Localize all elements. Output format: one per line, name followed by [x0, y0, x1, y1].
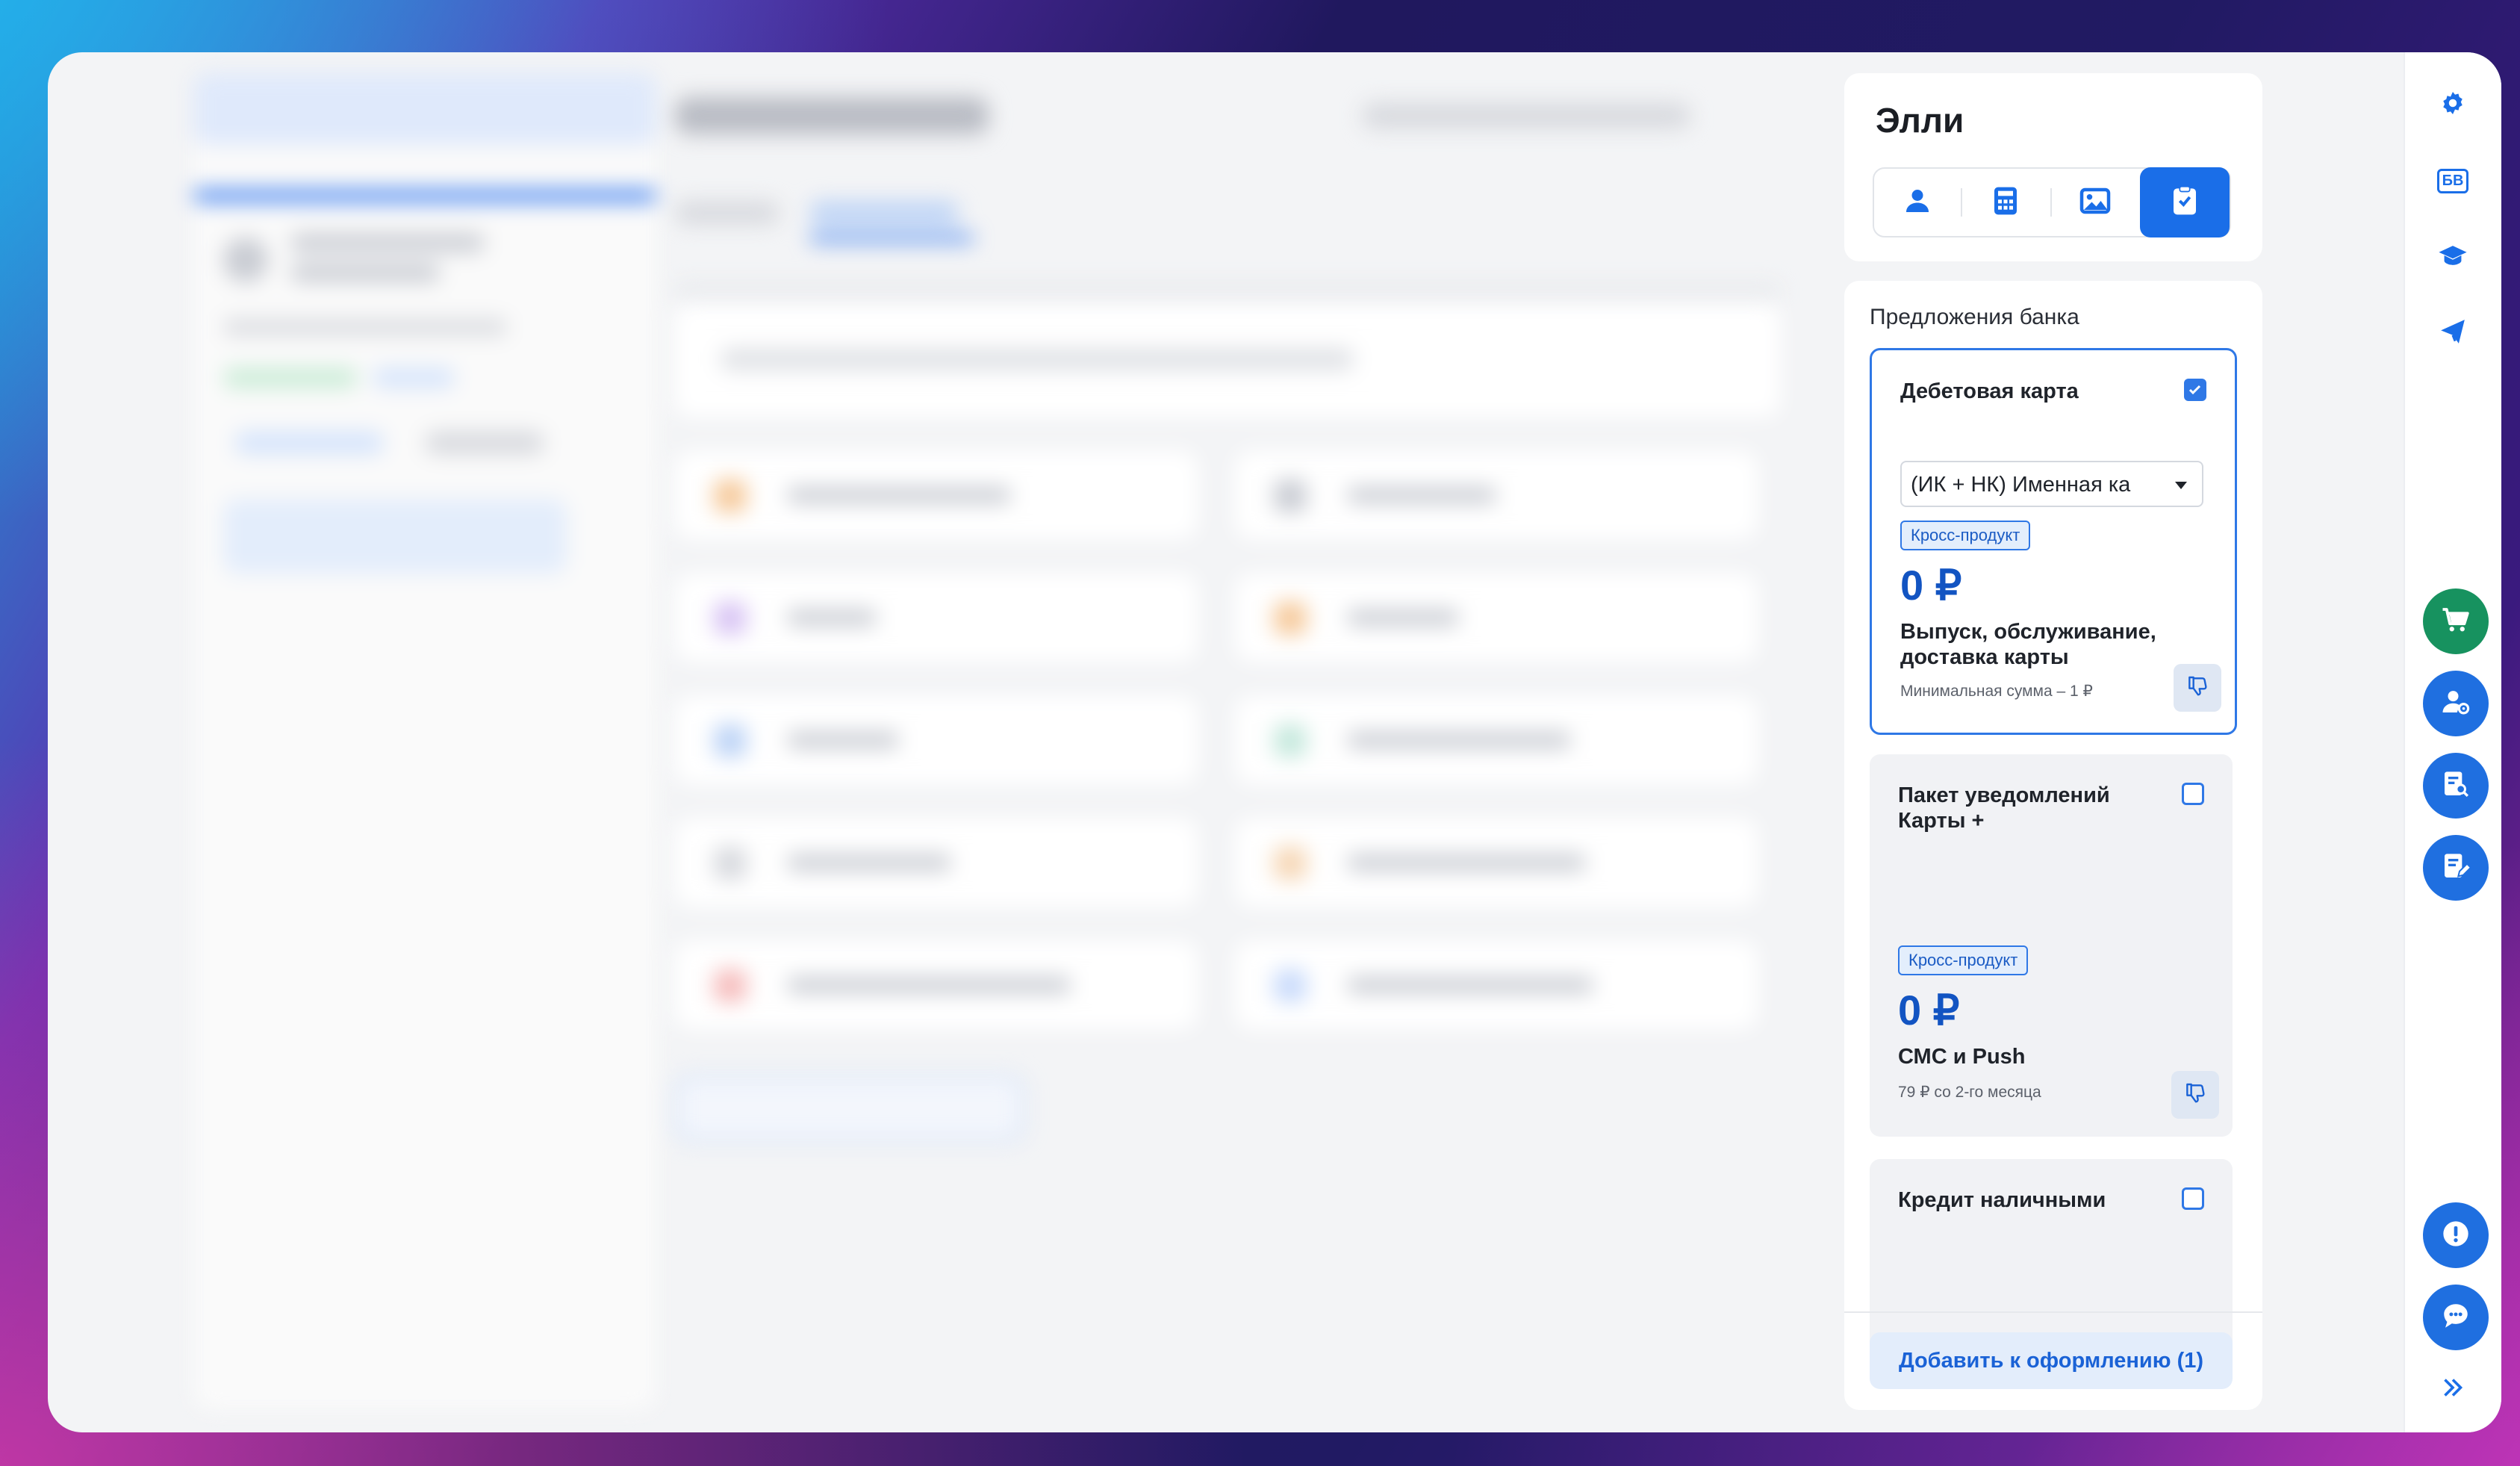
tab-gallery[interactable]	[2052, 169, 2138, 236]
assistant-title: Элли	[1876, 101, 1964, 140]
assistant-header: Элли	[1844, 73, 2262, 261]
education-button[interactable]	[2430, 235, 2475, 279]
graduation-cap-icon	[2438, 242, 2468, 273]
assistant-tab-bar	[1873, 167, 2231, 237]
offer-price: 0 ₽	[1898, 987, 1960, 1034]
cart-icon	[2440, 604, 2471, 639]
offer-name: Дебетовая карта	[1900, 379, 2079, 403]
card-type-select[interactable]: (ИК + НК) Именная ка	[1900, 461, 2203, 507]
offer-note: Минимальная сумма – 1 ₽	[1900, 683, 2093, 700]
right-rail: БВ	[2404, 52, 2501, 1432]
user-settings-icon	[2440, 686, 2471, 721]
paper-plane-icon	[2439, 317, 2467, 350]
document-edit-icon	[2441, 851, 2472, 885]
offer-checkbox[interactable]	[2184, 379, 2206, 401]
settings-button[interactable]	[2430, 82, 2475, 127]
exclamation-icon	[2441, 1219, 2471, 1252]
blurred-background-app	[48, 52, 1840, 1432]
offer-price: 0 ₽	[1900, 562, 1962, 609]
image-icon	[2079, 187, 2111, 218]
chat-button[interactable]	[2423, 1285, 2489, 1350]
dislike-button[interactable]	[2174, 664, 2221, 712]
client-profile-button[interactable]	[2423, 671, 2489, 736]
calculator-icon	[1992, 186, 2019, 220]
offer-checkbox[interactable]	[2182, 1187, 2204, 1210]
offer-name: Кредит наличными	[1898, 1188, 2106, 1212]
clipboard-check-icon	[2172, 185, 2197, 220]
bv-badge: БВ	[2436, 168, 2469, 193]
section-title: Предложения банка	[1870, 305, 2079, 329]
offer-card-cash-loan[interactable]: Кредит наличными	[1870, 1159, 2233, 1353]
double-chevron-right-icon	[2439, 1374, 2466, 1405]
offer-card-debit-card[interactable]: Дебетовая карта (ИК + НК) Именная ка Кро…	[1870, 348, 2237, 735]
offer-name: Пакет уведомлений Карты +	[1898, 783, 2110, 833]
cart-button[interactable]	[2423, 588, 2489, 654]
user-icon	[1903, 186, 1932, 220]
tab-calculator[interactable]	[1962, 169, 2049, 236]
document-search-button[interactable]	[2423, 753, 2489, 819]
cross-product-tag: Кросс-продукт	[1898, 945, 2029, 975]
gear-icon	[2439, 90, 2466, 120]
offer-card-notifications[interactable]: Пакет уведомлений Карты + Кросс-продукт …	[1870, 754, 2233, 1137]
alert-button[interactable]	[2423, 1202, 2489, 1268]
offer-note: 79 ₽ со 2-го месяца	[1898, 1084, 2041, 1101]
dislike-button[interactable]	[2171, 1071, 2219, 1119]
offer-checkbox[interactable]	[2182, 783, 2204, 805]
blurred-sidebar	[193, 73, 656, 1410]
tab-profile[interactable]	[1874, 169, 1961, 236]
footer-divider	[1844, 1311, 2262, 1313]
offer-description: СМС и Push	[1898, 1045, 2026, 1069]
offers-panel: Предложения банка Дебетовая карта (ИК + …	[1844, 281, 2262, 1410]
collapse-button[interactable]	[2430, 1367, 2475, 1411]
send-button[interactable]	[2430, 311, 2475, 355]
cross-product-tag: Кросс-продукт	[1900, 521, 2031, 550]
select-value: (ИК + НК) Именная ка	[1911, 473, 2131, 497]
thumbs-down-icon	[2185, 674, 2209, 702]
add-to-application-button[interactable]: Добавить к оформлению (1)	[1870, 1332, 2233, 1389]
document-edit-button[interactable]	[2423, 835, 2489, 901]
chevron-down-icon	[2175, 482, 2187, 489]
app-window: Элли Предложения банка Дебетовая карта (…	[48, 52, 2501, 1432]
offer-description: Выпуск, обслуживание, доставка карты	[1900, 620, 2156, 669]
thumbs-down-icon	[2183, 1081, 2207, 1109]
tab-offers[interactable]	[2140, 167, 2230, 237]
bv-button[interactable]: БВ	[2430, 158, 2475, 203]
chat-bubble-icon	[2440, 1300, 2471, 1335]
document-search-icon	[2441, 769, 2471, 803]
